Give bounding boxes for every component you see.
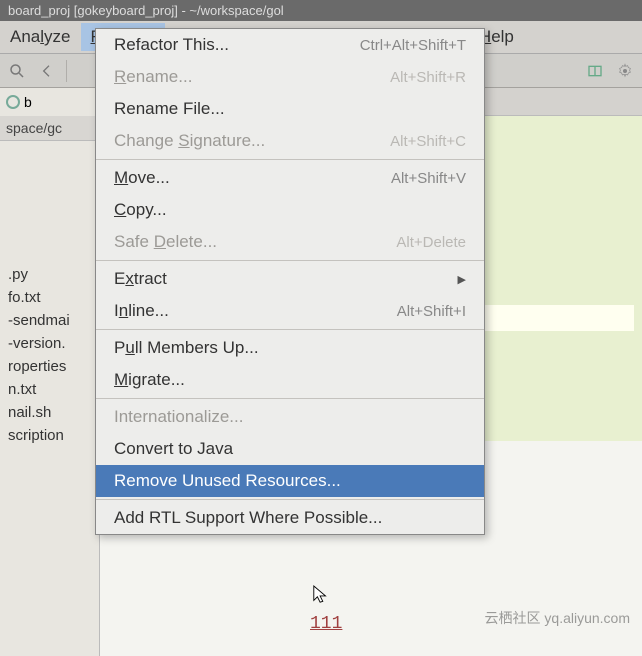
menu-item-label: Rename... bbox=[114, 67, 192, 87]
menu-item-label: Migrate... bbox=[114, 370, 185, 390]
refactor-menu-dropdown[interactable]: Refactor This... Ctrl+Alt+Shift+T Rename..… bbox=[95, 28, 485, 535]
menu-analyze[interactable]: Analyze bbox=[0, 23, 81, 51]
menu-item-label: Move... bbox=[114, 168, 170, 188]
project-panel[interactable]: b space/gc .pyfo.txt-sendmai-version.rop… bbox=[0, 88, 100, 656]
menu-shortcut: Ctrl+Alt+Shift+T bbox=[360, 37, 466, 54]
file-item[interactable]: scription bbox=[8, 424, 91, 447]
menu-item-refactor-this[interactable]: Refactor This... Ctrl+Alt+Shift+T bbox=[96, 29, 484, 61]
menu-item-pull-members-up[interactable]: Pull Members Up... bbox=[96, 332, 484, 364]
file-item[interactable]: -sendmai bbox=[8, 309, 91, 332]
menu-item-label: Remove Unused Resources... bbox=[114, 471, 341, 491]
file-item[interactable]: roperties bbox=[8, 355, 91, 378]
menu-item-label: Internationalize... bbox=[114, 407, 243, 427]
menu-item-label: Copy... bbox=[114, 200, 167, 220]
menu-item-label: Convert to Java bbox=[114, 439, 233, 459]
menu-item-add-rtl-support-where-possible[interactable]: Add RTL Support Where Possible... bbox=[96, 502, 484, 534]
back-arrow-icon[interactable] bbox=[36, 60, 58, 82]
menu-item-convert-to-java[interactable]: Convert to Java bbox=[96, 433, 484, 465]
menu-item-label: Extract bbox=[114, 269, 167, 289]
menu-item-extract[interactable]: Extract ▶ bbox=[96, 263, 484, 295]
menu-separator bbox=[96, 159, 484, 160]
menu-item-label: Add RTL Support Where Possible... bbox=[114, 508, 382, 528]
menu-item-rename: Rename... Alt+Shift+R bbox=[96, 61, 484, 93]
menu-item-change-signature: Change Signature... Alt+Shift+C bbox=[96, 125, 484, 157]
gear-icon[interactable] bbox=[614, 60, 636, 82]
split-icon[interactable] bbox=[584, 60, 606, 82]
menu-separator bbox=[96, 398, 484, 399]
line-number-indicator: 111 bbox=[310, 614, 342, 634]
menu-item-label: Refactor This... bbox=[114, 35, 229, 55]
file-item[interactable]: fo.txt bbox=[8, 286, 91, 309]
menu-shortcut: Alt+Shift+I bbox=[397, 303, 466, 320]
menu-item-remove-unused-resources[interactable]: Remove Unused Resources... bbox=[96, 465, 484, 497]
file-item[interactable]: nail.sh bbox=[8, 401, 91, 424]
file-list[interactable]: .pyfo.txt-sendmai-version.ropertiesn.txt… bbox=[4, 255, 95, 455]
search-icon[interactable] bbox=[6, 60, 28, 82]
menu-shortcut: Alt+Shift+V bbox=[391, 170, 466, 187]
breadcrumb[interactable]: space/gc bbox=[0, 116, 99, 141]
menu-item-safe-delete: Safe Delete... Alt+Delete bbox=[96, 226, 484, 258]
menu-item-label: Change Signature... bbox=[114, 131, 265, 151]
menu-item-label: Pull Members Up... bbox=[114, 338, 259, 358]
watermark: 云栖社区 yq.aliyun.com bbox=[485, 608, 630, 628]
project-root-label: b bbox=[24, 94, 32, 110]
file-item[interactable]: -version. bbox=[8, 332, 91, 355]
submenu-arrow-icon: ▶ bbox=[458, 273, 466, 286]
menu-separator bbox=[96, 499, 484, 500]
menu-item-move[interactable]: Move... Alt+Shift+V bbox=[96, 162, 484, 194]
file-item[interactable]: .py bbox=[8, 263, 91, 286]
menu-item-copy[interactable]: Copy... bbox=[96, 194, 484, 226]
menu-item-internationalize: Internationalize... bbox=[96, 401, 484, 433]
menu-shortcut: Alt+Delete bbox=[396, 234, 466, 251]
menu-shortcut: Alt+Shift+R bbox=[390, 69, 466, 86]
menu-item-inline[interactable]: Inline... Alt+Shift+I bbox=[96, 295, 484, 327]
menu-item-label: Inline... bbox=[114, 301, 169, 321]
menu-item-label: Safe Delete... bbox=[114, 232, 217, 252]
menu-item-migrate[interactable]: Migrate... bbox=[96, 364, 484, 396]
window-titlebar: board_proj [gokeyboard_proj] - ~/workspa… bbox=[0, 0, 642, 21]
menu-item-rename-file[interactable]: Rename File... bbox=[96, 93, 484, 125]
module-icon bbox=[6, 95, 20, 109]
menu-separator bbox=[96, 329, 484, 330]
menu-shortcut: Alt+Shift+C bbox=[390, 133, 466, 150]
project-root-item[interactable]: b bbox=[4, 92, 95, 112]
menu-separator bbox=[96, 260, 484, 261]
toolbar-separator bbox=[66, 60, 67, 82]
menu-item-label: Rename File... bbox=[114, 99, 225, 119]
file-item[interactable]: n.txt bbox=[8, 378, 91, 401]
